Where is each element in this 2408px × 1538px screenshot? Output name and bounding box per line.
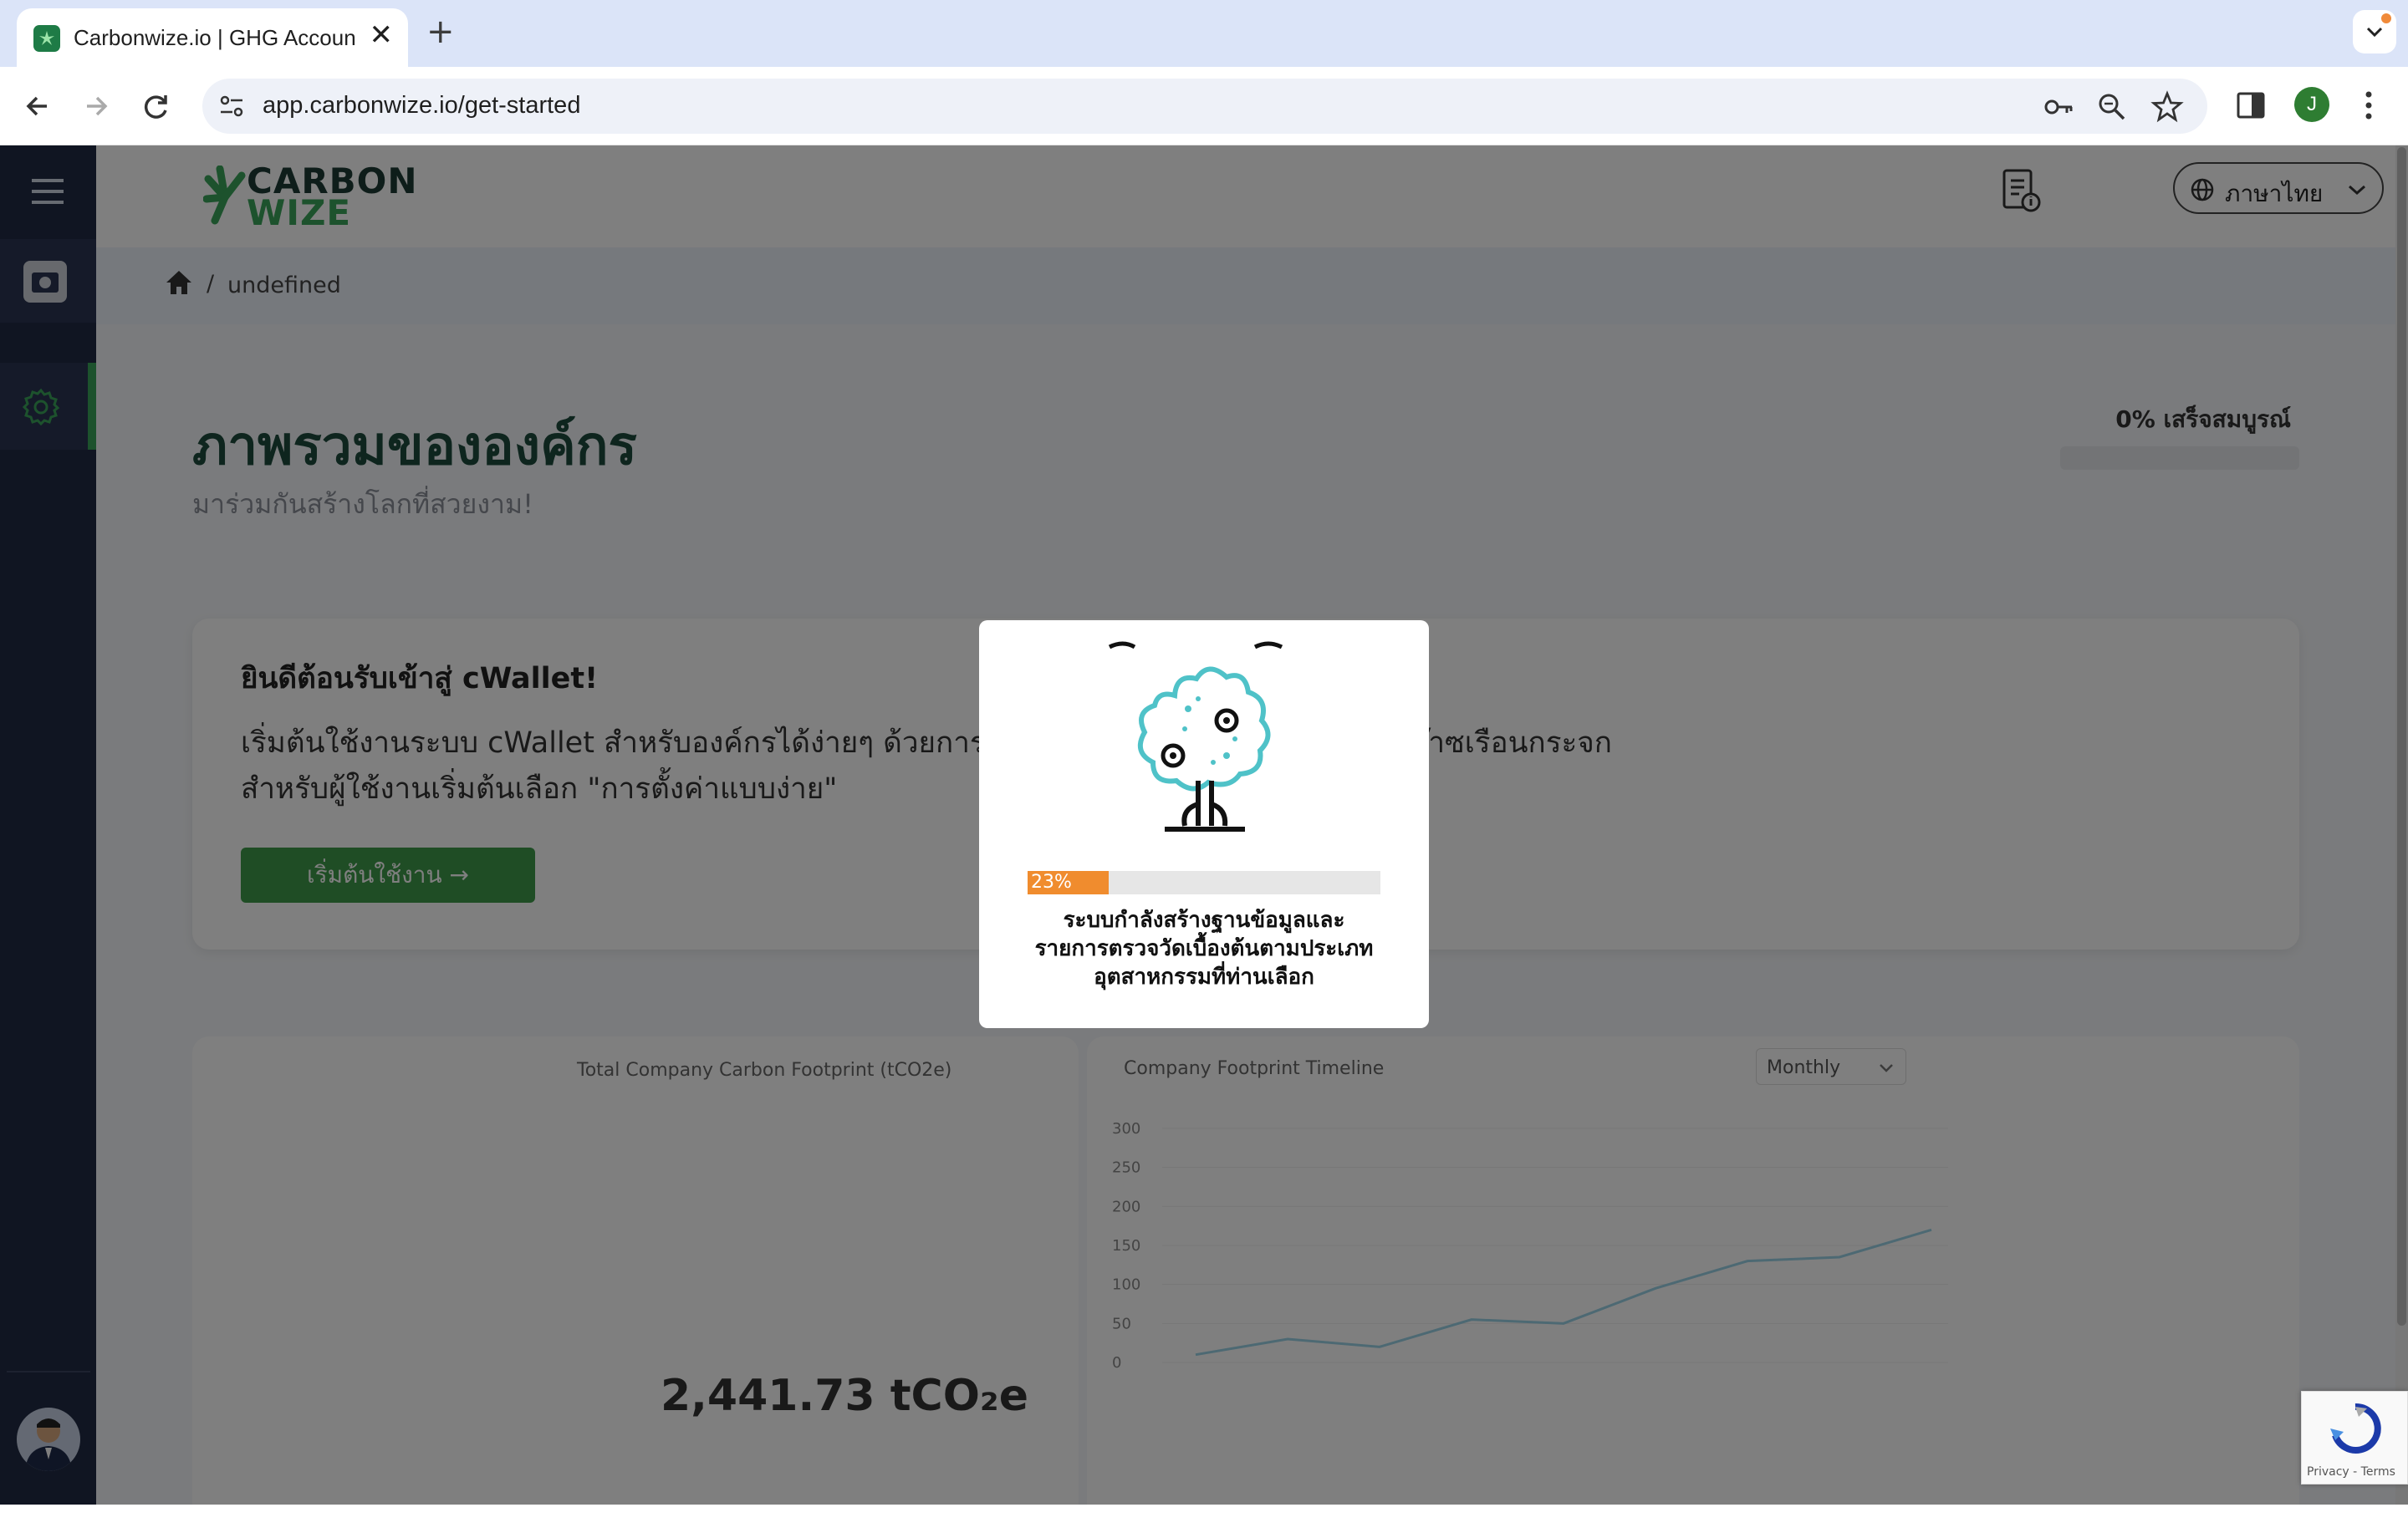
recaptcha-links: Privacy - Terms (2307, 1465, 2395, 1479)
side-panel-icon[interactable] (2234, 89, 2268, 122)
recaptcha-icon (2330, 1403, 2381, 1454)
browser-tab-strip: Carbonwize.io | GHG Accoun ✕ + (0, 0, 2408, 67)
loading-progress-bar: 23% (1028, 871, 1380, 894)
recaptcha-privacy-link[interactable]: Privacy (2307, 1465, 2349, 1479)
address-bar[interactable]: app.carbonwize.io/get-started (202, 79, 2207, 134)
recaptcha-badge[interactable]: Privacy - Terms (2301, 1391, 2408, 1485)
key-icon[interactable] (2042, 90, 2075, 124)
tab-search-button[interactable] (2353, 10, 2396, 53)
forward-arrow-icon[interactable] (75, 85, 117, 127)
chevron-down-icon (2366, 27, 2383, 38)
recaptcha-separator: - (2349, 1465, 2361, 1479)
browser-toolbar: app.carbonwize.io/get-started J (0, 67, 2408, 145)
profile-avatar[interactable]: J (2294, 87, 2329, 122)
loading-percent-label: 23% (1031, 872, 1072, 893)
loading-message: ระบบกำลังสร้างฐานข้อมูลและ รายการตรวจวัด… (996, 906, 1412, 991)
loading-message-line2: รายการตรวจวัดเบื้องต้นตามประเภท (1034, 936, 1374, 961)
loading-message-line3: อุตสาหกรรมที่ท่านเลือก (1094, 965, 1314, 990)
zoom-icon[interactable] (2095, 90, 2129, 124)
carbonwize-favicon-icon (33, 25, 60, 52)
loading-modal: 23% ระบบกำลังสร้างฐานข้อมูลและ รายการตรว… (979, 620, 1429, 1028)
loading-message-line1: ระบบกำลังสร้างฐานข้อมูลและ (1063, 908, 1345, 933)
tab-title: Carbonwize.io | GHG Accoun (74, 25, 356, 50)
loading-progress-fill: 23% (1028, 871, 1110, 894)
tree-loading-icon (1108, 641, 1283, 832)
close-tab-icon[interactable]: ✕ (370, 18, 394, 52)
more-vertical-icon[interactable] (2356, 87, 2381, 124)
url-text[interactable]: app.carbonwize.io/get-started (263, 92, 580, 120)
site-settings-icon[interactable] (217, 92, 246, 120)
update-dot-icon (2381, 13, 2391, 23)
back-arrow-icon[interactable] (17, 85, 59, 127)
recaptcha-terms-link[interactable]: Terms (2361, 1465, 2395, 1479)
bookmark-star-icon[interactable] (2150, 90, 2184, 124)
new-tab-icon[interactable]: + (426, 13, 455, 50)
browser-tab[interactable]: Carbonwize.io | GHG Accoun ✕ (17, 8, 408, 67)
reload-icon[interactable] (135, 85, 177, 127)
